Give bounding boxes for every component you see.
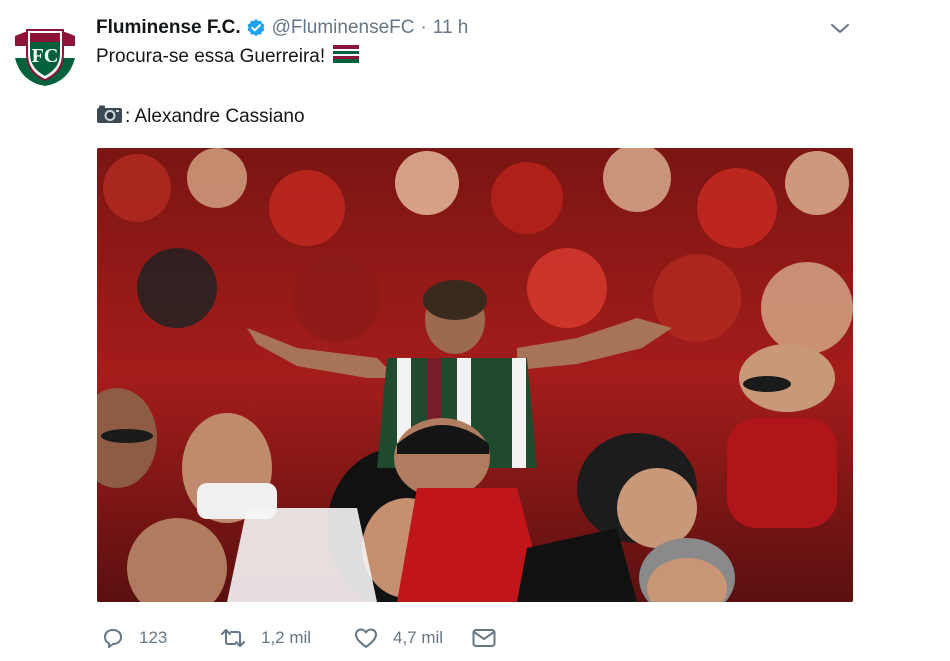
- verified-badge-icon: [246, 18, 266, 38]
- retweet-count: 1,2 mil: [261, 628, 312, 647]
- retweet-icon: [221, 629, 245, 647]
- retweet-button[interactable]: 1,2 mil: [219, 626, 353, 650]
- reply-icon: [104, 629, 122, 648]
- timestamp[interactable]: 11 h: [433, 17, 469, 39]
- tweet-text-line-2: : Alexandre Cassiano: [96, 104, 305, 130]
- fluminense-crest-icon: FC: [9, 16, 81, 88]
- camera-icon: [96, 104, 123, 130]
- reply-count: 123: [139, 628, 168, 647]
- fluminense-flag-icon: [333, 45, 360, 69]
- tweet-text: Procura-se essa Guerreira!: [96, 46, 326, 67]
- photo-credit: : Alexandre Cassiano: [125, 106, 305, 127]
- profile-avatar[interactable]: FC: [9, 16, 81, 88]
- tweet-actions: 123 1,2 mil 4,7 mil: [101, 624, 497, 652]
- more-options-chevron-down-icon[interactable]: [829, 20, 851, 38]
- handle[interactable]: @FluminenseFC: [272, 17, 415, 39]
- tweet-header: Fluminense F.C. @FluminenseFC · 11 h: [96, 16, 468, 40]
- like-count: 4,7 mil: [393, 628, 444, 647]
- heart-icon: [355, 628, 377, 648]
- svg-text:FC: FC: [32, 45, 59, 67]
- crowd-photo: [97, 148, 853, 602]
- tweet-text-line-1: Procura-se essa Guerreira!: [96, 44, 360, 70]
- tweet-photo[interactable]: [97, 148, 853, 602]
- envelope-icon: [472, 629, 496, 647]
- reply-button[interactable]: 123: [101, 626, 219, 650]
- like-button[interactable]: 4,7 mil: [353, 626, 471, 650]
- separator-dot: ·: [420, 17, 427, 38]
- direct-message-button[interactable]: [471, 626, 497, 650]
- display-name[interactable]: Fluminense F.C.: [96, 17, 241, 39]
